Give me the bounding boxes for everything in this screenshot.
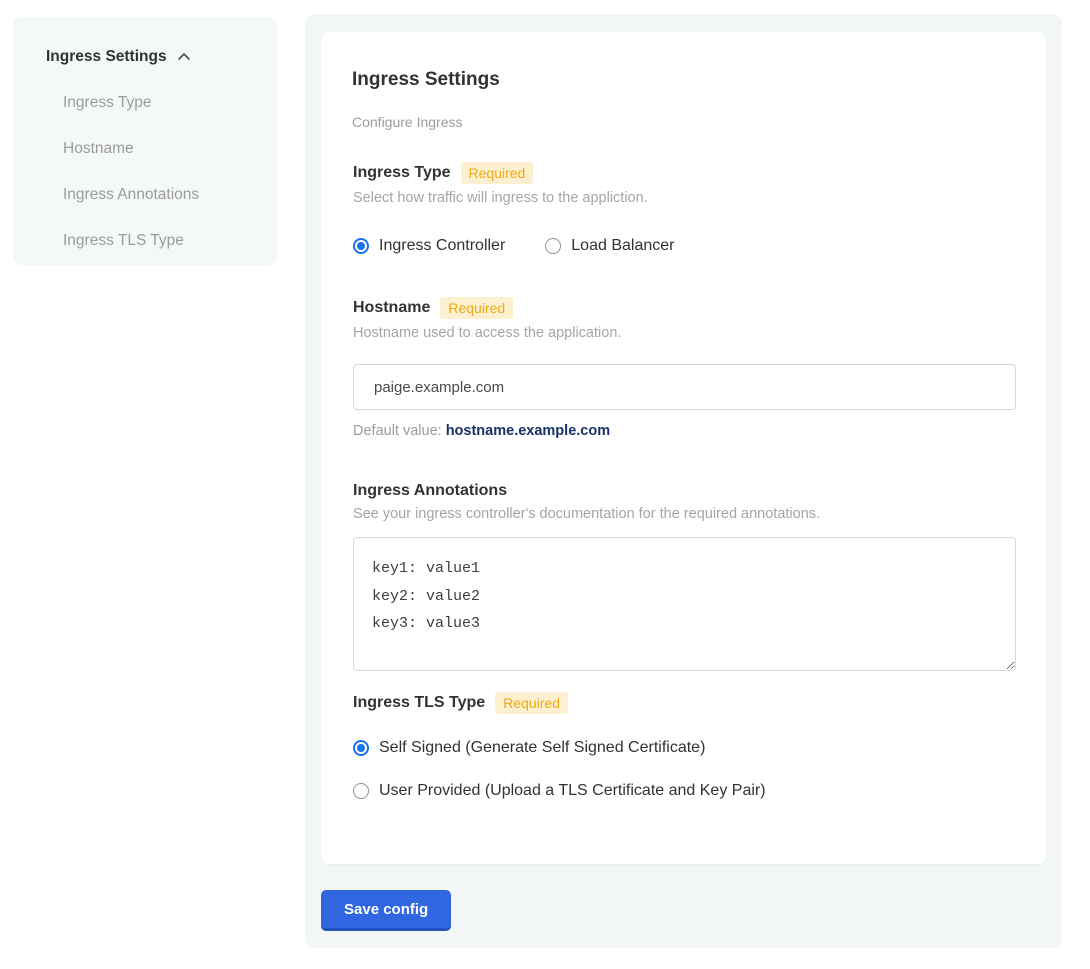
sidebar-item-hostname[interactable]: Hostname: [46, 126, 257, 172]
hostname-input[interactable]: [353, 364, 1016, 410]
default-prefix: Default value:: [353, 423, 446, 439]
page-subtitle: Configure Ingress: [352, 114, 1015, 130]
config-panel: Ingress Settings Configure Ingress Ingre…: [305, 14, 1062, 948]
required-badge: Required: [440, 297, 513, 319]
annotations-textarea[interactable]: key1: value1 key2: value2 key3: value3: [353, 537, 1016, 671]
annotations-label: Ingress Annotations: [353, 482, 507, 500]
hostname-label: Hostname: [353, 299, 430, 317]
sidebar-item-ingress-tls-type[interactable]: Ingress TLS Type: [46, 218, 257, 264]
radio-ingress-controller[interactable]: Ingress Controller: [353, 237, 505, 255]
section-ingress-annotations: Ingress Annotations See your ingress con…: [353, 482, 1015, 671]
tls-type-radio-group: Self Signed (Generate Self Signed Certif…: [353, 739, 1015, 800]
config-nav-sidebar: Ingress Settings Ingress Type Hostname I…: [13, 17, 277, 265]
sidebar-nav: Ingress Type Hostname Ingress Annotation…: [46, 80, 257, 264]
chevron-up-icon: [176, 49, 192, 65]
sidebar-group-toggle[interactable]: Ingress Settings: [46, 48, 257, 66]
required-badge: Required: [461, 162, 534, 184]
section-ingress-type: Ingress Type Required Select how traffic…: [353, 162, 1015, 255]
ingress-type-help: Select how traffic will ingress to the a…: [353, 190, 1015, 206]
radio-label: Ingress Controller: [379, 237, 505, 255]
sidebar-group-label: Ingress Settings: [46, 48, 167, 66]
hostname-default-line: Default value: hostname.example.com: [353, 423, 1015, 439]
radio-unselected-icon[interactable]: [353, 783, 369, 799]
section-hostname: Hostname Required Hostname used to acces…: [353, 297, 1015, 439]
sidebar-item-ingress-annotations[interactable]: Ingress Annotations: [46, 172, 257, 218]
radio-selected-icon[interactable]: [353, 238, 369, 254]
radio-unselected-icon[interactable]: [545, 238, 561, 254]
radio-user-provided[interactable]: User Provided (Upload a TLS Certificate …: [353, 782, 1015, 800]
default-value: hostname.example.com: [446, 423, 610, 439]
save-config-button[interactable]: Save config: [321, 890, 451, 931]
ingress-settings-card: Ingress Settings Configure Ingress Ingre…: [321, 32, 1046, 864]
radio-label: User Provided (Upload a TLS Certificate …: [379, 782, 766, 800]
radio-label: Load Balancer: [571, 237, 674, 255]
tls-type-label: Ingress TLS Type: [353, 694, 485, 712]
hostname-help: Hostname used to access the application.: [353, 325, 1015, 341]
ingress-type-label: Ingress Type: [353, 164, 451, 182]
sidebar-item-ingress-type[interactable]: Ingress Type: [46, 80, 257, 126]
section-ingress-tls-type: Ingress TLS Type Required Self Signed (G…: [353, 692, 1015, 800]
radio-selected-icon[interactable]: [353, 740, 369, 756]
radio-self-signed[interactable]: Self Signed (Generate Self Signed Certif…: [353, 739, 1015, 757]
radio-load-balancer[interactable]: Load Balancer: [545, 237, 674, 255]
radio-label: Self Signed (Generate Self Signed Certif…: [379, 739, 705, 757]
annotations-help: See your ingress controller's documentat…: [353, 506, 1015, 522]
required-badge: Required: [495, 692, 568, 714]
page-title: Ingress Settings: [352, 69, 1015, 91]
ingress-type-radio-group: Ingress Controller Load Balancer: [353, 237, 1015, 255]
